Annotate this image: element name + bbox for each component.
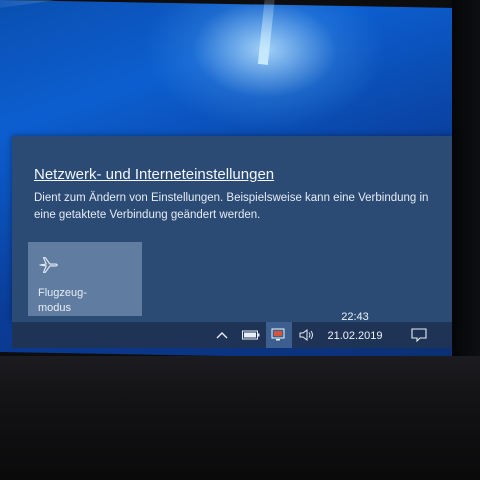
clock-date: 21.02.2019 — [327, 330, 383, 342]
network-settings-description: Dient zum Ändern von Einstellungen. Beis… — [34, 192, 429, 221]
taskbar-clock[interactable]: 22:43 21.02.2019 — [318, 308, 392, 346]
network-settings-link[interactable]: Netzwerk- und Interneteinstellungen — [34, 166, 274, 183]
clock-time: 22:43 — [341, 311, 369, 323]
taskbar: 22:43 21.02.2019 — [12, 311, 452, 348]
wallpaper-light-beam — [257, 0, 277, 65]
battery-icon[interactable] — [240, 322, 262, 348]
monitor-bezel — [452, 0, 480, 360]
chevron-up-icon[interactable] — [212, 322, 232, 348]
airplane-icon — [39, 257, 58, 273]
wallpaper-light-beam — [0, 0, 289, 14]
volume-icon[interactable] — [296, 322, 318, 348]
notification-icon[interactable] — [408, 322, 430, 348]
network-icon[interactable] — [266, 322, 292, 348]
airplane-mode-tile[interactable]: Flugzeug- modus — [28, 242, 142, 316]
action-center-panel: Netzwerk- und Interneteinstellungen Dien… — [12, 136, 452, 322]
airplane-mode-label: Flugzeug- modus — [38, 287, 87, 314]
monitor-bezel — [0, 356, 480, 480]
